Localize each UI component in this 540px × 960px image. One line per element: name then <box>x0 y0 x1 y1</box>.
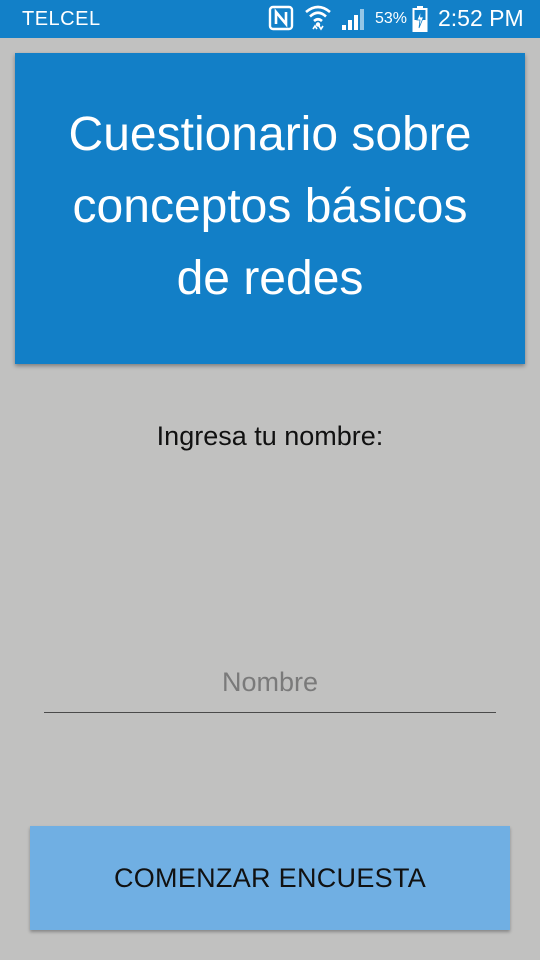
nfc-icon <box>268 5 294 31</box>
status-bar: TELCEL 53% 2:52 PM <box>0 0 540 38</box>
header-card: Cuestionario sobre conceptos básicos de … <box>15 53 525 364</box>
name-label: Ingresa tu nombre: <box>156 421 384 451</box>
clock: 2:52 PM <box>438 5 524 31</box>
battery-charging-icon <box>412 6 428 32</box>
page-title: Cuestionario sobre conceptos básicos de … <box>68 107 472 305</box>
name-input[interactable] <box>44 652 496 713</box>
wifi-icon <box>305 5 331 31</box>
carrier-label: TELCEL <box>22 8 101 30</box>
start-survey-button[interactable]: COMENZAR ENCUESTA <box>30 826 510 930</box>
signal-icon <box>342 9 364 30</box>
battery-percent: 53% <box>375 10 408 27</box>
